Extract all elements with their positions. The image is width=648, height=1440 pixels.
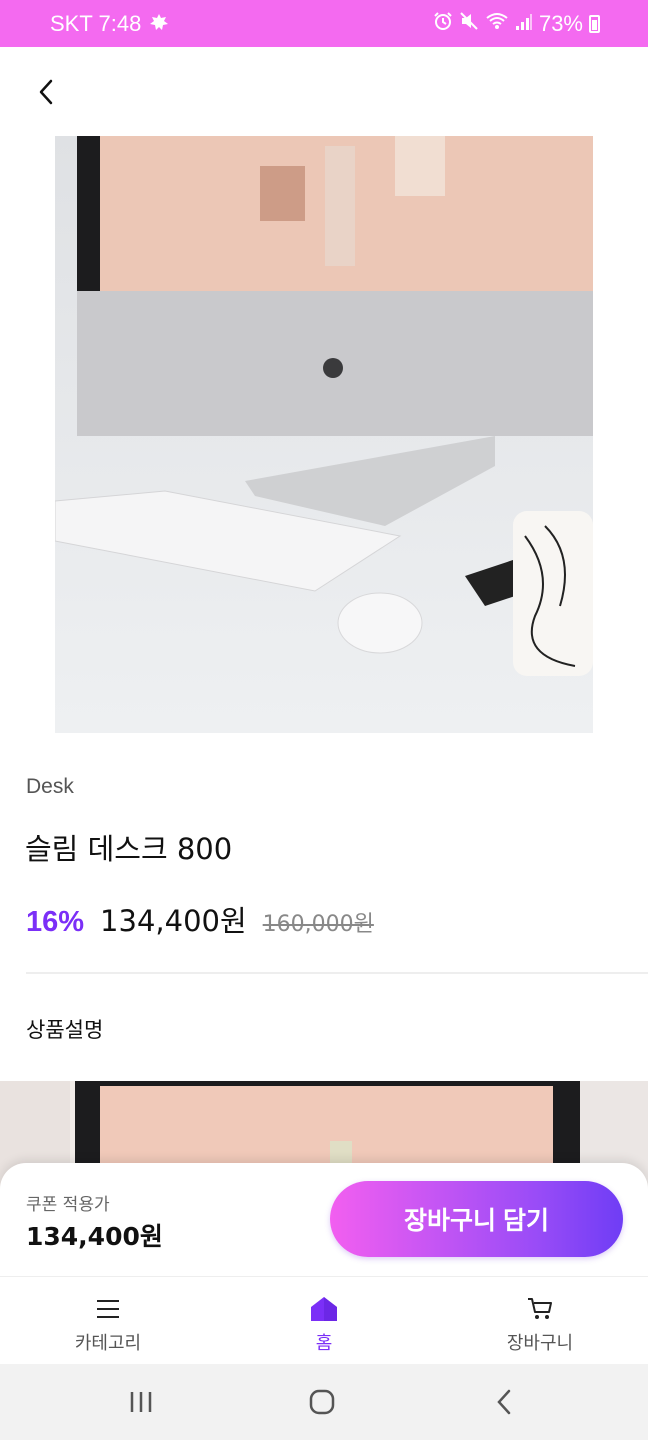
sale-price: 134,400원 [100,904,247,938]
original-price: 160,000원 [262,912,374,937]
tab-category[interactable]: 카테고리 [0,1277,216,1365]
mute-icon [459,11,479,37]
product-image [55,136,593,733]
home-nav-icon [309,1389,335,1415]
coupon-price-label: 쿠폰 적용가 [26,1195,110,1215]
status-left: SKT 7:48 [50,11,169,37]
back-nav-icon [497,1389,511,1415]
product-title: 슬림 데스크 800 [25,832,233,866]
recent-apps-icon [130,1392,152,1412]
home-icon [310,1295,338,1323]
tab-cart[interactable]: 장바구니 [432,1277,648,1365]
status-right: 73% [433,11,600,37]
carrier-time: SKT 7:48 [50,10,142,36]
chevron-left-icon [39,79,53,105]
description-title: 상품설명 [26,1018,104,1042]
product-category: Desk [26,775,74,798]
status-bar: SKT 7:48 73% [0,0,648,47]
bottom-tab-bar: 카테고리 홈 장바구니 [0,1276,648,1364]
menu-icon [96,1295,120,1323]
back-button[interactable] [28,72,64,112]
coupon-price: 134,400원 [26,1222,163,1251]
notification-icon [149,11,169,37]
divider [26,972,648,974]
back-nav-button[interactable] [464,1364,544,1440]
recent-apps-button[interactable] [101,1364,181,1440]
system-nav-bar [0,1364,648,1440]
add-to-cart-button[interactable]: 장바구니 담기 [330,1181,623,1257]
home-nav-button[interactable] [282,1364,362,1440]
tab-label: 홈 [315,1333,333,1354]
battery-percent: 73% [538,10,583,36]
battery-icon [589,14,600,33]
tab-label: 장바구니 [506,1333,574,1354]
tab-home[interactable]: 홈 [216,1277,432,1365]
cart-icon [527,1295,553,1323]
alarm-icon [433,11,453,37]
signal-icon [515,11,533,37]
price-row: 16% 134,400원 160,000원 [26,898,374,940]
discount-rate: 16% [26,906,85,938]
wifi-icon [485,11,509,37]
purchase-bar: 쿠폰 적용가 134,400원 장바구니 담기 [0,1163,648,1276]
tab-label: 카테고리 [74,1333,142,1354]
